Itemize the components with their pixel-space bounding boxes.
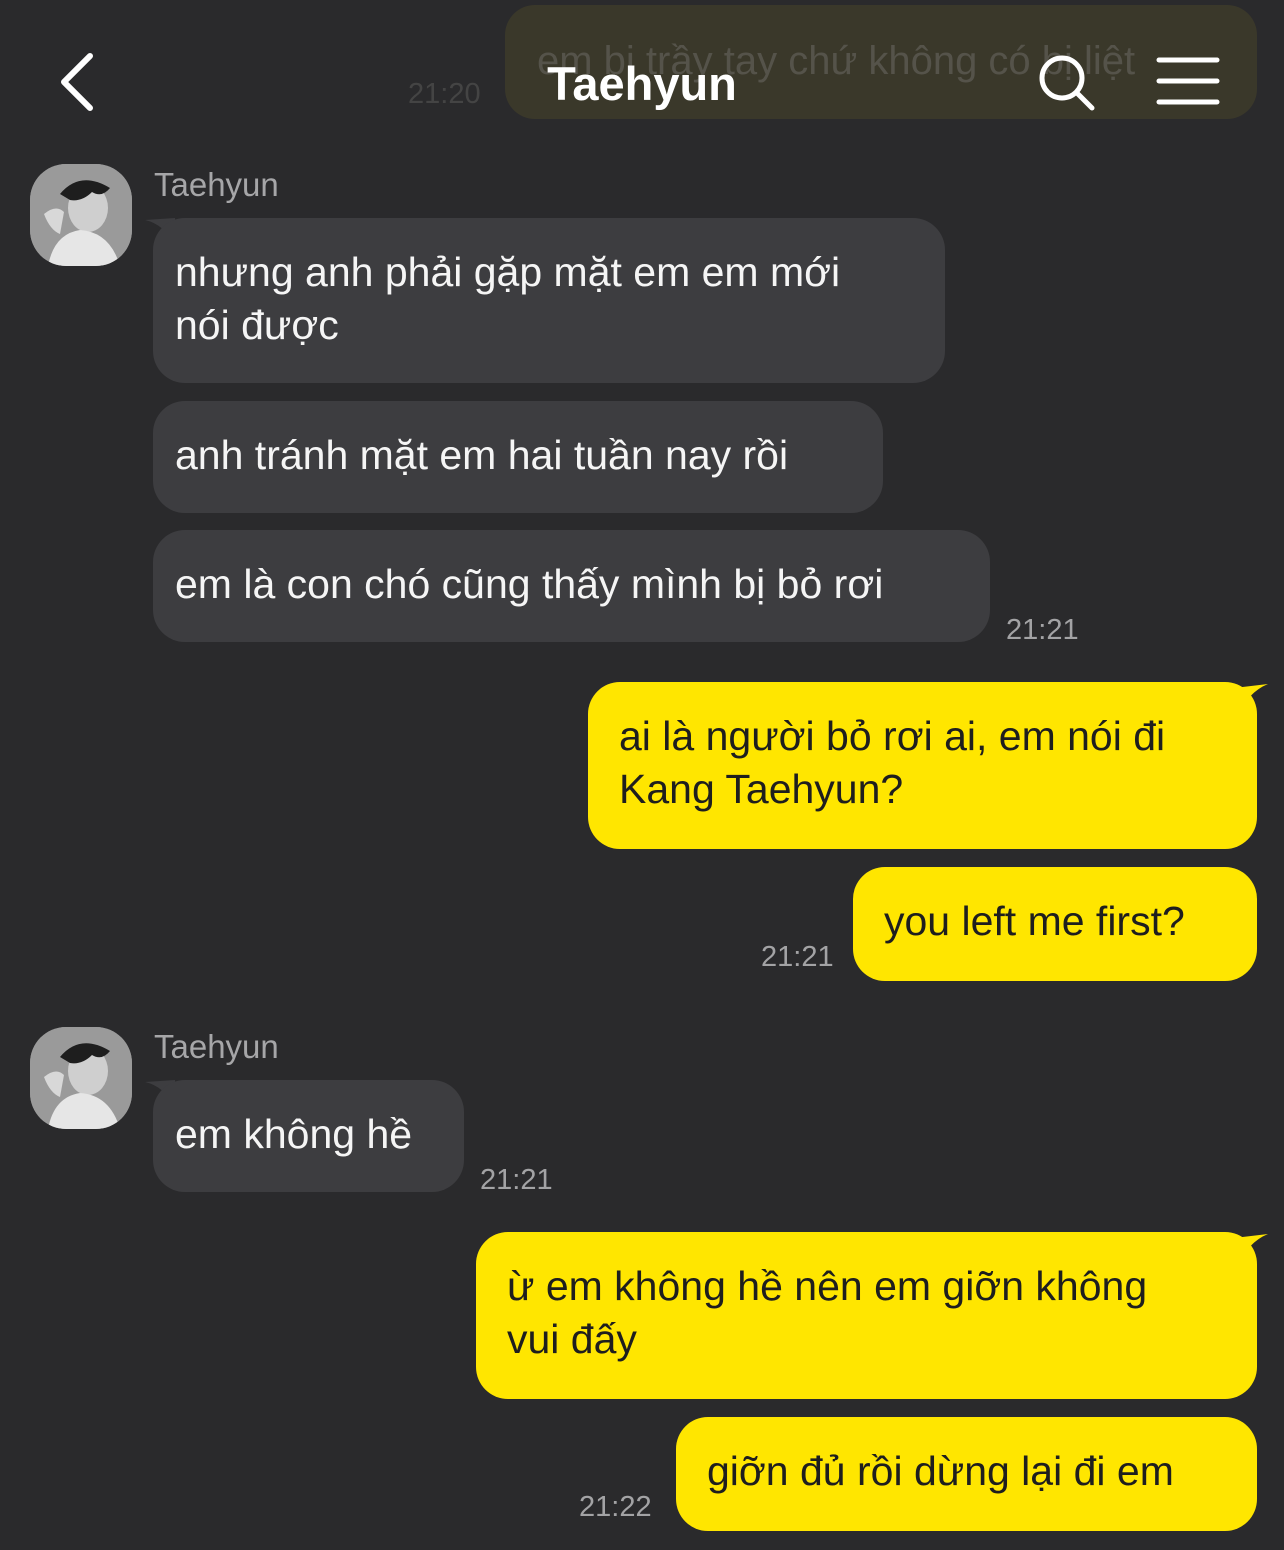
chat-window: em bị trầy tay chứ không có bị liệt 21:2… xyxy=(0,0,1284,1550)
message-time: 21:21 xyxy=(761,941,834,973)
message-line: ừ em không hề nên em giỡn không xyxy=(507,1263,1148,1309)
sender-name: Taehyun xyxy=(154,166,279,203)
avatar[interactable] xyxy=(30,164,132,266)
message-line: nhưng anh phải gặp mặt em em mới xyxy=(175,249,841,295)
message-line: ai là người bỏ rơi ai, em nói đi xyxy=(619,713,1166,759)
sender-name: Taehyun xyxy=(154,1028,279,1065)
message-time: 21:21 xyxy=(1006,614,1079,646)
message-line: vui đấy xyxy=(507,1316,637,1362)
outgoing-message[interactable]: giỡn đủ rồi dừng lại đi em xyxy=(676,1417,1257,1531)
message-time: 21:21 xyxy=(480,1164,553,1196)
message-text: em không hề xyxy=(175,1111,413,1157)
message-line: Kang Taehyun? xyxy=(619,766,904,812)
avatar[interactable] xyxy=(30,1027,132,1129)
message-text: giỡn đủ rồi dừng lại đi em xyxy=(707,1448,1174,1494)
incoming-message[interactable]: em là con chó cũng thấy mình bị bỏ rơi xyxy=(153,530,990,642)
message-text: em là con chó cũng thấy mình bị bỏ rơi xyxy=(175,561,884,607)
search-icon[interactable] xyxy=(1036,52,1098,112)
profile-photo-icon xyxy=(30,1027,132,1129)
incoming-message[interactable]: em không hề xyxy=(153,1080,464,1192)
message-text: you left me first? xyxy=(884,898,1185,944)
message-time: 21:22 xyxy=(579,1491,652,1523)
chat-header: Taehyun xyxy=(0,0,1284,160)
message-text: anh tránh mặt em hai tuần nay rồi xyxy=(175,432,789,478)
outgoing-message[interactable]: ai là người bỏ rơi ai, em nói đi Kang Ta… xyxy=(588,682,1257,849)
outgoing-message[interactable]: you left me first? xyxy=(853,867,1257,981)
incoming-message[interactable]: anh tránh mặt em hai tuần nay rồi xyxy=(153,401,883,513)
hamburger-menu-icon[interactable] xyxy=(1156,54,1220,108)
message-line: nói được xyxy=(175,302,339,348)
outgoing-message[interactable]: ừ em không hề nên em giỡn không vui đấy xyxy=(476,1232,1257,1399)
incoming-message[interactable]: nhưng anh phải gặp mặt em em mới nói đượ… xyxy=(153,218,945,383)
profile-photo-icon xyxy=(30,164,132,266)
